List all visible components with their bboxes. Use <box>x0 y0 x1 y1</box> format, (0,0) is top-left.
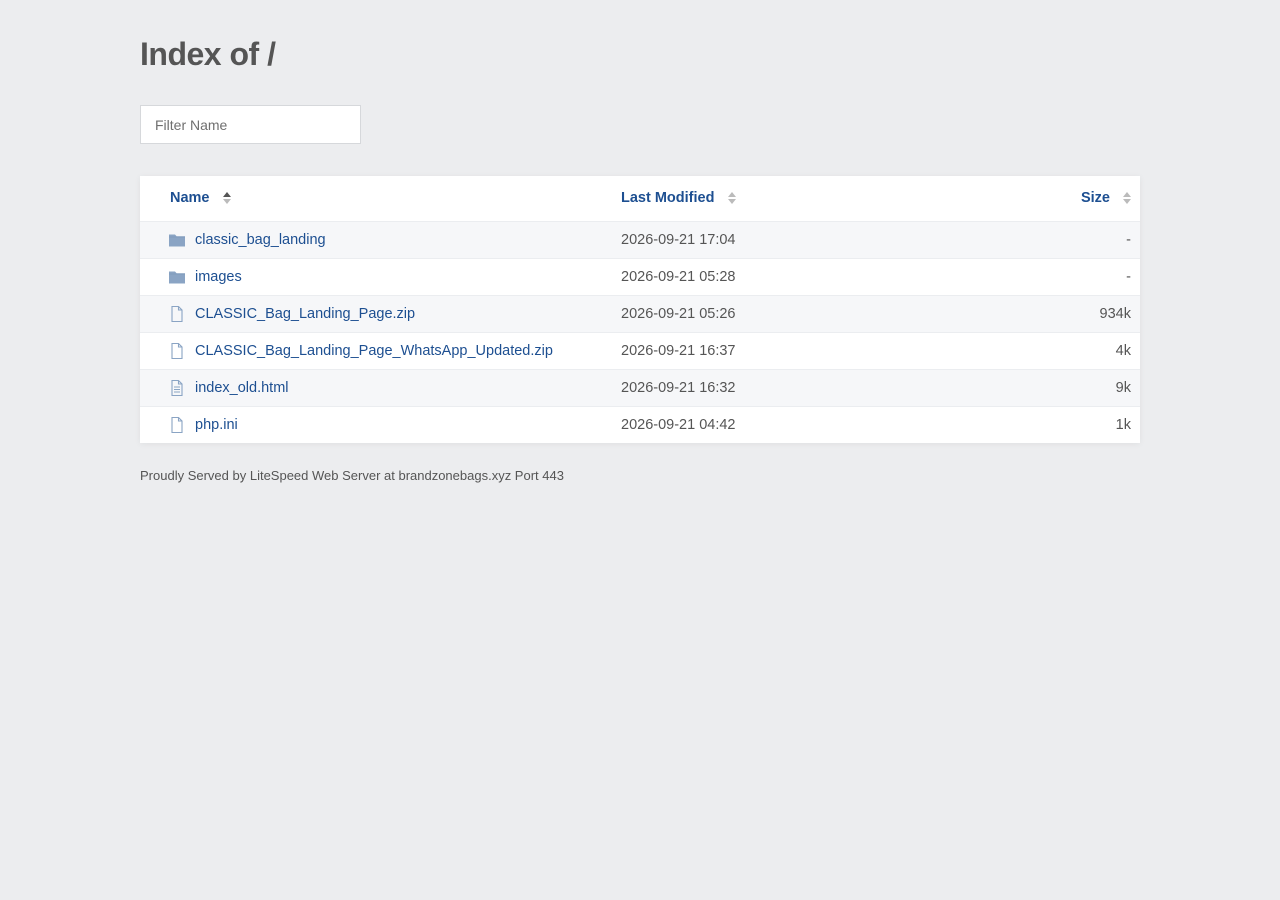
file-name-link[interactable]: php.ini <box>195 417 238 433</box>
file-name-link[interactable]: CLASSIC_Bag_Landing_Page_WhatsApp_Update… <box>195 343 553 359</box>
table-row: CLASSIC_Bag_Landing_Page_WhatsApp_Update… <box>140 333 1140 370</box>
file-icon <box>168 416 186 434</box>
last-modified-cell: 2026-09-21 05:26 <box>621 306 736 322</box>
size-cell: - <box>1126 232 1131 248</box>
last-modified-cell: 2026-09-21 17:04 <box>621 232 736 248</box>
filter-name-input[interactable] <box>140 105 361 144</box>
column-header-name[interactable]: Name <box>170 190 210 206</box>
table-row: CLASSIC_Bag_Landing_Page.zip 2026-09-21 0… <box>140 296 1140 333</box>
size-cell: 1k <box>1115 417 1131 433</box>
table-row: php.ini 2026-09-21 04:42 1k <box>140 407 1140 443</box>
page-title: Index of / <box>140 36 276 72</box>
file-icon <box>168 305 186 323</box>
column-header-size[interactable]: Size <box>1081 190 1110 206</box>
last-modified-cell: 2026-09-21 16:32 <box>621 380 736 396</box>
last-modified-cell: 2026-09-21 16:37 <box>621 343 736 359</box>
file-name-link[interactable]: CLASSIC_Bag_Landing_Page.zip <box>195 306 415 322</box>
file-listing-table: Name Last Modified Size classic_bag_land… <box>140 176 1140 443</box>
table-row: classic_bag_landing 2026-09-21 17:04 - <box>140 222 1140 259</box>
table-row: images 2026-09-21 05:28 - <box>140 259 1140 296</box>
sort-icon[interactable] <box>1123 192 1131 204</box>
file-text-icon <box>168 379 186 397</box>
file-name-link[interactable]: images <box>195 269 242 285</box>
size-cell: - <box>1126 269 1131 285</box>
file-name-link[interactable]: index_old.html <box>195 380 289 396</box>
column-header-last-modified[interactable]: Last Modified <box>621 190 714 206</box>
server-footer: Proudly Served by LiteSpeed Web Server a… <box>140 468 564 483</box>
size-cell: 9k <box>1115 380 1131 396</box>
size-cell: 934k <box>1099 306 1131 322</box>
folder-icon <box>168 231 186 249</box>
folder-icon <box>168 268 186 286</box>
table-header: Name Last Modified Size <box>140 176 1140 222</box>
table-row: index_old.html 2026-09-21 16:32 9k <box>140 370 1140 407</box>
table-body: classic_bag_landing 2026-09-21 17:04- imag… <box>140 222 1140 443</box>
last-modified-cell: 2026-09-21 04:42 <box>621 417 736 433</box>
size-cell: 4k <box>1115 343 1131 359</box>
file-name-link[interactable]: classic_bag_landing <box>195 232 326 248</box>
last-modified-cell: 2026-09-21 05:28 <box>621 269 736 285</box>
file-icon <box>168 342 186 360</box>
sort-icon[interactable] <box>728 192 736 204</box>
sort-ascending-icon[interactable] <box>223 192 231 204</box>
